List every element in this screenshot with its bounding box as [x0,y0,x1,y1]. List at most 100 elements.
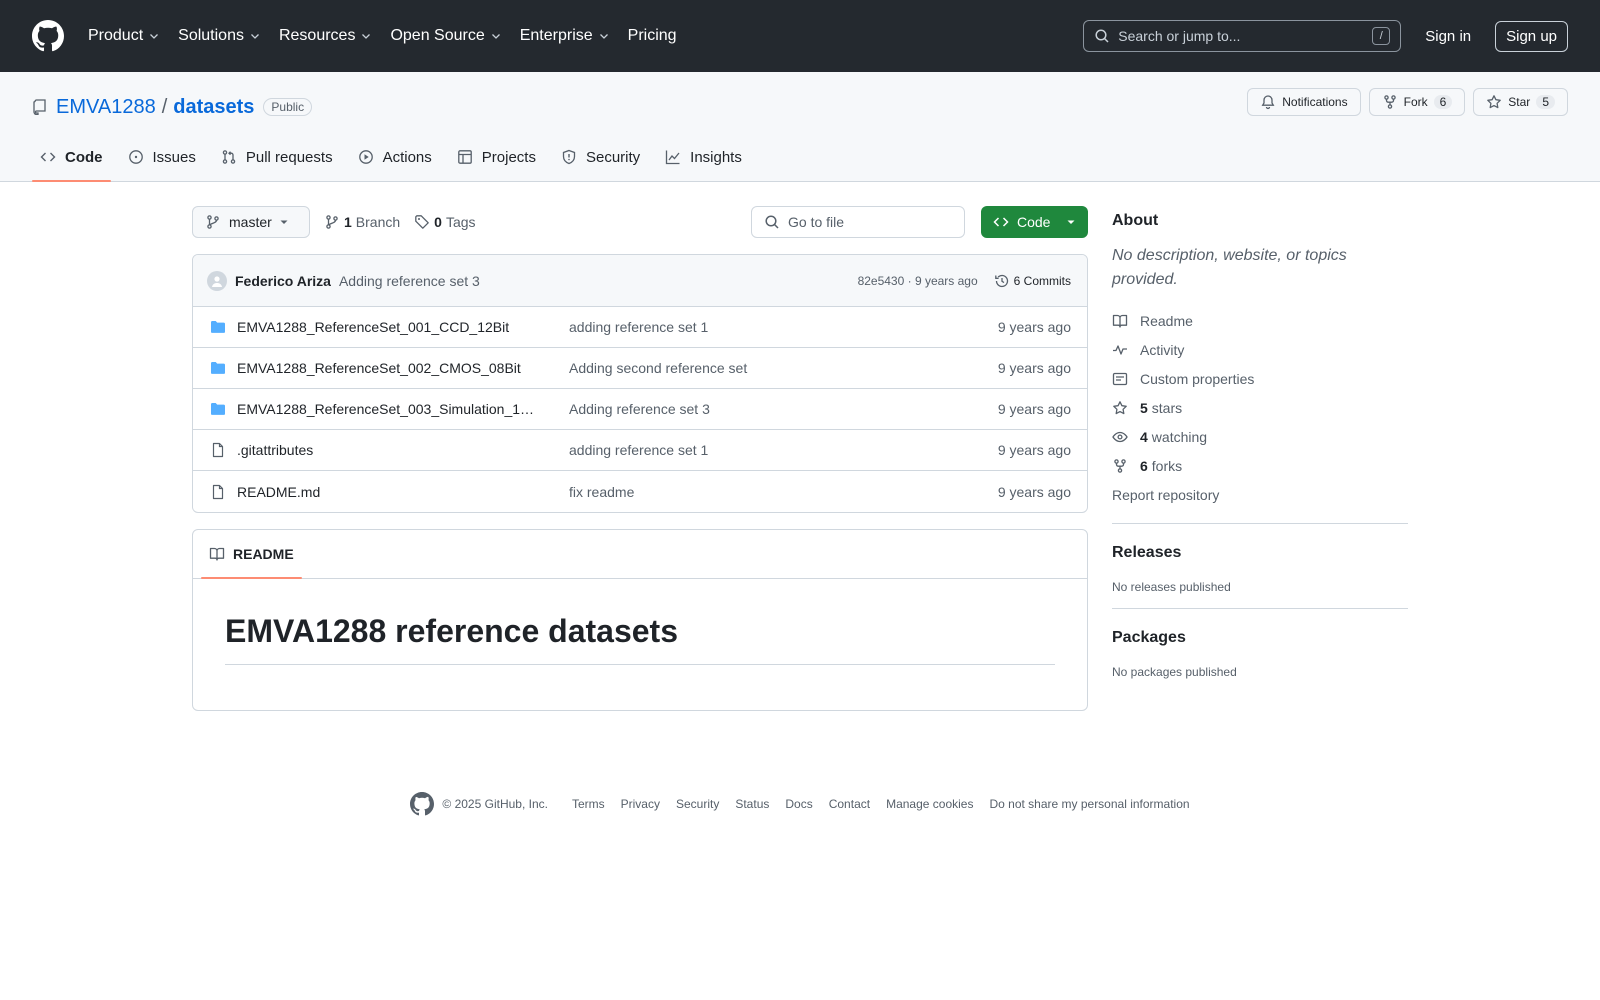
star-count: 5 [1536,95,1555,109]
file-commit-message[interactable]: adding reference set 1 [569,442,708,458]
github-logo-icon[interactable] [32,20,64,52]
nav-open-source[interactable]: Open Source [390,27,501,45]
nav-enterprise[interactable]: Enterprise [520,27,610,45]
code-dropdown-button[interactable]: Code [981,206,1088,238]
commit-author[interactable]: Federico Ariza [235,273,331,289]
tab-pull-requests[interactable]: Pull requests [213,133,341,181]
folder-icon [211,321,225,333]
tag-count: 0 [434,214,442,230]
about-links: Readme Activity Custom properties 5 star… [1112,306,1408,509]
tab-code[interactable]: Code [32,133,111,182]
file-commit-message[interactable]: adding reference set 1 [569,319,708,335]
activity-link[interactable]: Activity [1112,335,1408,364]
readme-link[interactable]: Readme [1112,306,1408,335]
branch-name: master [229,214,272,230]
commits-history-link[interactable]: 6 Commits [994,273,1071,289]
branch-selector[interactable]: master [192,206,310,238]
nav-solutions[interactable]: Solutions [178,27,261,45]
play-icon [358,150,373,164]
caret-down-icon [280,220,288,224]
file-row[interactable]: .gitattributes adding reference set 1 9 … [193,430,1087,471]
footer-link-contact[interactable]: Contact [829,797,870,811]
packages-title[interactable]: Packages [1112,629,1408,647]
tab-actions-label: Actions [382,148,432,166]
file-name[interactable]: EMVA1288_ReferenceSet_003_Simulation_1… [237,401,569,417]
releases-title[interactable]: Releases [1112,544,1408,562]
star-button[interactable]: Star 5 [1473,88,1568,116]
go-to-file-input[interactable]: Go to file [751,206,965,238]
file-icon [212,442,224,458]
sign-in-link[interactable]: Sign in [1425,28,1471,45]
file-commit-message[interactable]: Adding reference set 3 [569,401,710,417]
sign-up-button[interactable]: Sign up [1495,20,1568,52]
tab-actions[interactable]: Actions [350,133,440,181]
fork-button[interactable]: Fork 6 [1368,88,1466,116]
activity-link-label: Activity [1140,341,1185,358]
file-name[interactable]: README.md [237,484,569,500]
pull-request-icon [222,150,236,164]
file-commit-message[interactable]: Adding second reference set [569,360,747,376]
repo-icon [33,99,46,115]
file-commit-message[interactable]: fix readme [569,484,634,500]
fork-count: 6 [1433,95,1453,109]
file-row[interactable]: README.md fix readme 9 years ago [193,471,1087,512]
repo-owner-link[interactable]: EMVA1288 [56,96,156,119]
file-name[interactable]: .gitattributes [237,442,569,458]
nav-product[interactable]: Product [88,27,160,45]
stars-count: 5 [1140,399,1148,416]
file-row[interactable]: EMVA1288_ReferenceSet_002_CMOS_08Bit Add… [193,348,1087,389]
tags-link[interactable]: 0 Tags [414,214,476,230]
file-commit-date: 9 years ago [997,483,1071,500]
file-commit-date: 9 years ago [997,319,1071,335]
packages-note: No packages published [1112,665,1237,679]
tab-insights[interactable]: Insights [657,133,750,181]
commit-hash-time[interactable]: 82e5430 · 9 years ago [858,274,978,288]
book-icon [1112,314,1128,328]
tab-projects[interactable]: Projects [449,133,544,181]
tab-projects-label: Projects [481,148,536,166]
stars-link[interactable]: 5 stars [1112,393,1408,422]
forks-link[interactable]: 6 forks [1112,451,1408,480]
file-name[interactable]: EMVA1288_ReferenceSet_001_CCD_12Bit [237,319,569,335]
github-logo-icon[interactable] [410,792,435,816]
footer-link-do-not-share[interactable]: Do not share my personal information [989,797,1189,811]
nav-pricing[interactable]: Pricing [628,27,677,45]
stars-label: stars [1151,399,1183,416]
branch-icon [207,215,219,229]
notifications-button[interactable]: Notifications [1247,88,1361,116]
readme-tab[interactable]: README [201,530,302,579]
chevron-down-icon [599,34,608,39]
file-commit-date: 9 years ago [997,360,1071,376]
nav-resources[interactable]: Resources [279,27,372,45]
footer-link-manage-cookies[interactable]: Manage cookies [886,797,973,811]
graph-icon [666,150,680,165]
report-repository-link[interactable]: Report repository [1112,480,1408,509]
file-toolbar: master 1 Branch 0 Tags Go to file Code [192,206,1088,238]
watching-link[interactable]: 4 watching [1112,422,1408,451]
shield-icon [562,149,576,165]
file-row[interactable]: EMVA1288_ReferenceSet_003_Simulation_1… … [193,389,1087,430]
code-icon [40,152,56,162]
footer-link-terms[interactable]: Terms [572,797,605,811]
file-row[interactable]: EMVA1288_ReferenceSet_001_CCD_12Bit addi… [193,307,1087,348]
footer-link-privacy[interactable]: Privacy [621,797,660,811]
search-icon [765,215,779,229]
readme-link-label: Readme [1140,312,1193,329]
commit-message[interactable]: Adding reference set 3 [339,273,480,289]
tab-issues[interactable]: Issues [120,133,204,181]
nav-enterprise-label: Enterprise [519,27,593,44]
repo-name-link[interactable]: datasets [173,96,254,119]
avatar[interactable] [207,270,227,291]
tab-security[interactable]: Security [553,133,648,181]
repo-separator: / [161,95,168,118]
footer-link-status[interactable]: Status [735,797,769,811]
global-search-input[interactable]: Search or jump to... / [1083,20,1402,52]
repo-tabs: Code Issues Pull requests Actions Projec… [32,133,759,182]
file-name[interactable]: EMVA1288_ReferenceSet_002_CMOS_08Bit [237,360,569,376]
tab-pull-requests-label: Pull requests [245,148,333,166]
footer-link-security[interactable]: Security [676,797,719,811]
branches-link[interactable]: 1 Branch [324,214,400,230]
footer-link-docs[interactable]: Docs [785,797,812,811]
custom-properties-link[interactable]: Custom properties [1112,364,1408,393]
fork-icon [1114,458,1126,473]
